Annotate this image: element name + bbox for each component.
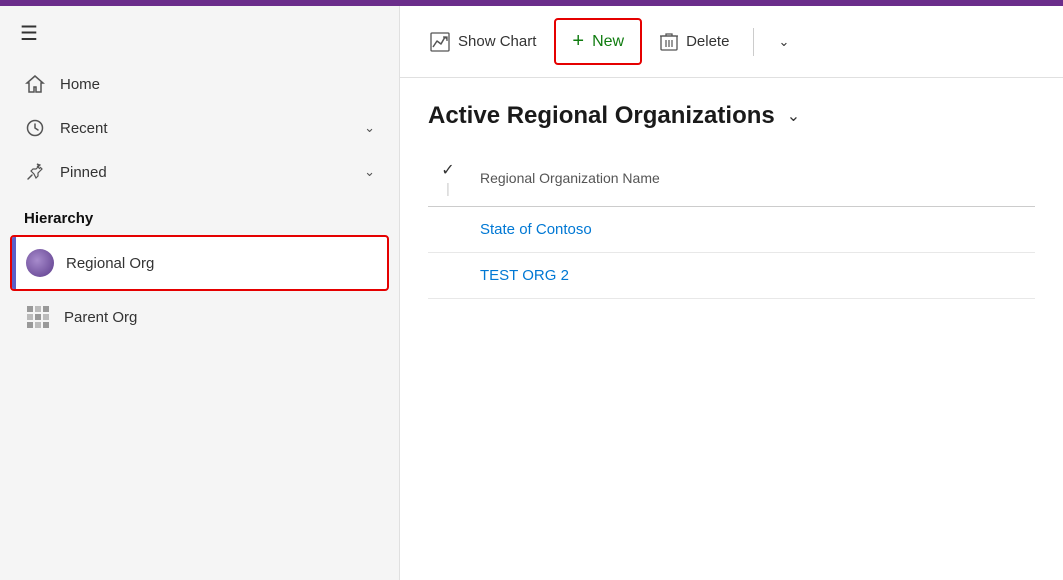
toolbar-divider (753, 28, 754, 56)
row2-name-cell[interactable]: TEST ORG 2 (468, 253, 1035, 299)
pinned-icon (24, 162, 46, 182)
regional-org-icon (26, 249, 54, 277)
hierarchy-section-title: Hierarchy (0, 194, 399, 235)
new-btn-highlight: + New (554, 18, 642, 65)
column-check: ✓ | (428, 150, 468, 207)
show-chart-label: Show Chart (458, 33, 536, 50)
view-header: Active Regional Organizations ⌄ (428, 102, 1035, 130)
table-row[interactable]: State of Contoso (428, 207, 1035, 253)
pinned-label: Pinned (60, 164, 350, 181)
sidebar-item-pinned[interactable]: Pinned ⌄ (10, 150, 389, 194)
hierarchy-item-parent-org[interactable]: Parent Org (10, 291, 389, 343)
view-chevron-icon[interactable]: ⌄ (787, 106, 800, 126)
view-title: Active Regional Organizations (428, 102, 775, 130)
data-table: ✓ | Regional Organization Name State of … (428, 150, 1035, 299)
recent-label: Recent (60, 120, 350, 137)
column-name-header: Regional Organization Name (468, 150, 1035, 207)
hierarchy-items: Regional Org (0, 235, 399, 343)
plus-icon: + (572, 30, 584, 53)
table-row[interactable]: TEST ORG 2 (428, 253, 1035, 299)
main-content: Show Chart + New (400, 6, 1063, 580)
more-options-button[interactable]: ⌄ (764, 26, 803, 58)
recent-chevron-icon: ⌄ (364, 120, 375, 136)
show-chart-button[interactable]: Show Chart (416, 24, 550, 60)
hamburger-icon[interactable]: ☰ (20, 24, 38, 44)
parent-org-icon (24, 303, 52, 331)
content-area: Active Regional Organizations ⌄ ✓ | Regi… (400, 78, 1063, 580)
new-label: New (592, 33, 624, 51)
parent-org-label: Parent Org (64, 309, 137, 326)
recent-icon (24, 118, 46, 138)
sidebar-header: ☰ (0, 6, 399, 62)
delete-label: Delete (686, 33, 729, 50)
sidebar-item-home[interactable]: Home (10, 62, 389, 106)
header-separator: | (446, 180, 450, 196)
table-header-row: ✓ | Regional Organization Name (428, 150, 1035, 207)
row2-check-cell (428, 253, 468, 299)
sidebar-item-recent[interactable]: Recent ⌄ (10, 106, 389, 150)
regional-org-label: Regional Org (66, 255, 154, 272)
sidebar-nav: Home Recent ⌄ (0, 62, 399, 194)
new-button[interactable]: + New (558, 22, 638, 61)
trash-icon (660, 32, 678, 52)
pinned-chevron-icon: ⌄ (364, 164, 375, 180)
chart-icon (430, 32, 450, 52)
toolbar: Show Chart + New (400, 6, 1063, 78)
home-label: Home (60, 76, 375, 93)
row1-check-cell (428, 207, 468, 253)
more-chevron-icon: ⌄ (778, 34, 789, 50)
active-accent (12, 237, 16, 289)
hierarchy-item-regional-org[interactable]: Regional Org (10, 235, 389, 291)
home-icon (24, 74, 46, 94)
check-icon: ✓ (441, 162, 454, 179)
sidebar: ☰ Home Recent (0, 6, 400, 580)
row1-name-cell[interactable]: State of Contoso (468, 207, 1035, 253)
delete-button[interactable]: Delete (646, 24, 743, 60)
